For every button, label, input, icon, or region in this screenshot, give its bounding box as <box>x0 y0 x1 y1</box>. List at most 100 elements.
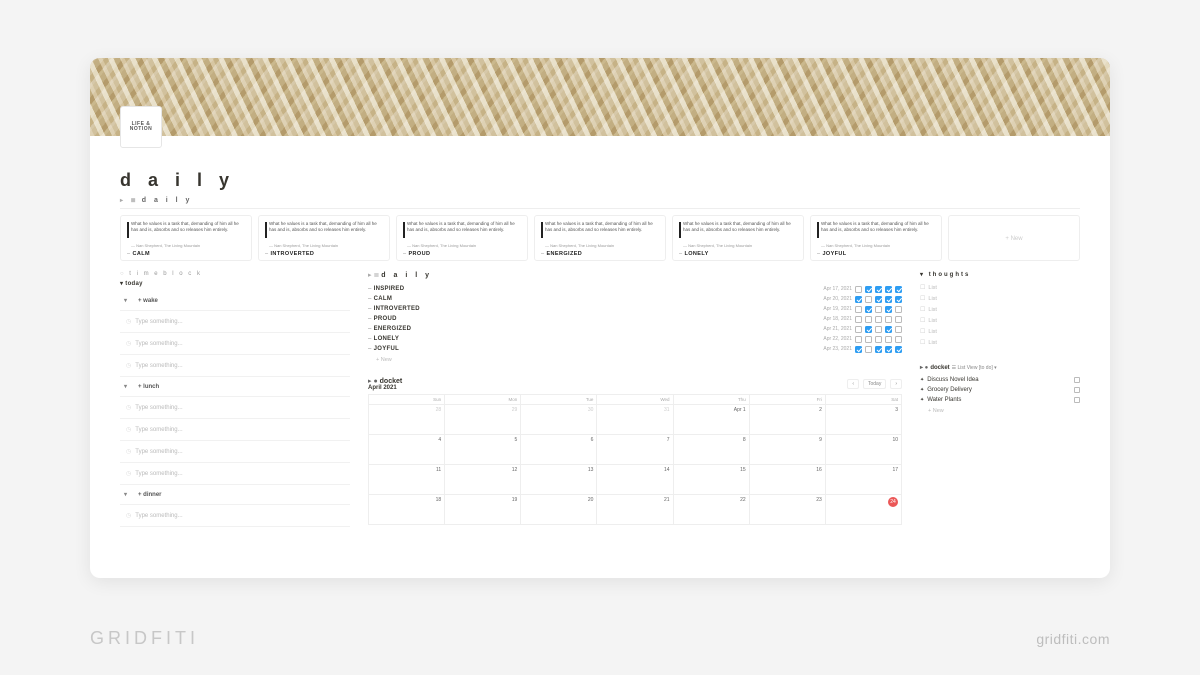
timeblock-slot[interactable]: ◷Type something... <box>120 463 350 485</box>
timeblock-slot[interactable]: ◷Type something... <box>120 355 350 377</box>
checkbox-icon[interactable] <box>865 296 872 303</box>
daily-list-row[interactable]: ENERGIZEDApr 21, 2021 <box>368 324 902 334</box>
checkbox-icon[interactable] <box>855 316 862 323</box>
checkbox-icon[interactable] <box>885 326 892 333</box>
daily-list-new[interactable]: + New <box>368 354 902 363</box>
calendar-cell[interactable]: 15 <box>674 465 750 495</box>
thoughts-item[interactable]: List <box>920 315 1080 326</box>
checkbox-icon[interactable] <box>865 336 872 343</box>
checkbox-icon[interactable] <box>865 316 872 323</box>
calendar-cell[interactable]: 9 <box>750 435 826 465</box>
thoughts-item[interactable]: List <box>920 326 1080 337</box>
checkbox-icon[interactable] <box>895 306 902 313</box>
checkbox-icon[interactable] <box>875 326 882 333</box>
checkbox-icon[interactable] <box>895 326 902 333</box>
timeblock-slot[interactable]: ◷Type something... <box>120 505 350 527</box>
calendar-cell[interactable]: 7 <box>597 435 673 465</box>
checkbox-icon[interactable] <box>875 346 882 353</box>
mood-card[interactable]: What he values is a task that, demanding… <box>258 215 390 261</box>
mood-card[interactable]: What he values is a task that, demanding… <box>534 215 666 261</box>
calendar-cell[interactable]: 21 <box>597 495 673 525</box>
calendar-cell[interactable]: 11 <box>369 465 445 495</box>
calendar-cell[interactable]: 24 <box>826 495 902 525</box>
calendar-cell[interactable]: 31 <box>597 405 673 435</box>
calendar-cell[interactable]: 23 <box>750 495 826 525</box>
checkbox-icon[interactable] <box>885 296 892 303</box>
calendar-cell[interactable]: 19 <box>445 495 521 525</box>
docket-item[interactable]: Discuss Novel Idea <box>920 375 1080 385</box>
timeblock-slot[interactable]: ◷Type something... <box>120 333 350 355</box>
checkbox-icon[interactable] <box>885 286 892 293</box>
calendar-cell[interactable]: 18 <box>369 495 445 525</box>
checkbox-icon[interactable] <box>875 286 882 293</box>
timeblock-today[interactable]: today <box>120 280 350 287</box>
timeblock-section[interactable]: + lunch <box>120 377 350 397</box>
timeblock-section[interactable]: + wake <box>120 291 350 311</box>
checkbox-icon[interactable] <box>1074 387 1080 393</box>
checkbox-icon[interactable] <box>855 286 862 293</box>
checkbox-icon[interactable] <box>885 306 892 313</box>
checkbox-icon[interactable] <box>855 296 862 303</box>
docket-view-label[interactable]: ☰ List View [to do] ▾ <box>952 365 997 371</box>
docket-list-heading[interactable]: docket ☰ List View [to do] ▾ <box>920 364 1080 371</box>
calendar-cell[interactable]: 4 <box>369 435 445 465</box>
checkbox-icon[interactable] <box>855 326 862 333</box>
calendar-cell[interactable]: 20 <box>521 495 597 525</box>
calendar-next[interactable]: › <box>890 379 902 389</box>
mood-card[interactable]: What he values is a task that, demanding… <box>120 215 252 261</box>
calendar-cell[interactable]: 14 <box>597 465 673 495</box>
thoughts-item[interactable]: List <box>920 337 1080 348</box>
checkbox-icon[interactable] <box>865 286 872 293</box>
calendar-cell[interactable]: 12 <box>445 465 521 495</box>
thoughts-item[interactable]: List <box>920 293 1080 304</box>
timeblock-slot[interactable]: ◷Type something... <box>120 397 350 419</box>
calendar-cell[interactable]: 3 <box>826 405 902 435</box>
calendar-cell[interactable]: 22 <box>674 495 750 525</box>
calendar-prev[interactable]: ‹ <box>847 379 859 389</box>
docket-item[interactable]: Water Plants <box>920 395 1080 405</box>
timeblock-slot[interactable]: ◷Type something... <box>120 441 350 463</box>
calendar-heading[interactable]: docket <box>368 377 402 385</box>
calendar-cell[interactable]: 13 <box>521 465 597 495</box>
checkbox-icon[interactable] <box>855 306 862 313</box>
calendar-today-button[interactable]: Today <box>863 379 886 389</box>
checkbox-icon[interactable] <box>895 336 902 343</box>
page-icon[interactable]: LIFE & NOTION <box>120 106 162 148</box>
calendar-cell[interactable]: Apr 1 <box>674 405 750 435</box>
checkbox-icon[interactable] <box>855 346 862 353</box>
checkbox-icon[interactable] <box>1074 397 1080 403</box>
cover-image[interactable] <box>90 58 1110 136</box>
checkbox-icon[interactable] <box>895 316 902 323</box>
timeblock-slot[interactable]: ◷Type something... <box>120 419 350 441</box>
daily-list-heading[interactable]: d a i l y <box>368 271 902 279</box>
daily-list-row[interactable]: LONELYApr 22, 2021 <box>368 334 902 344</box>
calendar-cell[interactable]: 10 <box>826 435 902 465</box>
calendar-cell[interactable]: 29 <box>445 405 521 435</box>
page-title[interactable]: d a i l y <box>120 170 1080 191</box>
checkbox-icon[interactable] <box>895 346 902 353</box>
daily-list-row[interactable]: INTROVERTEDApr 19, 2021 <box>368 304 902 314</box>
checkbox-icon[interactable] <box>895 286 902 293</box>
checkbox-icon[interactable] <box>895 296 902 303</box>
calendar-cell[interactable]: 28 <box>369 405 445 435</box>
checkbox-icon[interactable] <box>875 306 882 313</box>
checkbox-icon[interactable] <box>885 346 892 353</box>
calendar-cell[interactable]: 2 <box>750 405 826 435</box>
checkbox-icon[interactable] <box>865 306 872 313</box>
thoughts-heading[interactable]: thoughts <box>920 271 1080 278</box>
checkbox-icon[interactable] <box>875 316 882 323</box>
calendar-cell[interactable]: 30 <box>521 405 597 435</box>
mood-card[interactable]: What he values is a task that, demanding… <box>810 215 942 261</box>
calendar-cell[interactable]: 17 <box>826 465 902 495</box>
calendar-cell[interactable]: 16 <box>750 465 826 495</box>
checkbox-icon[interactable] <box>885 316 892 323</box>
mood-card[interactable]: What he values is a task that, demanding… <box>396 215 528 261</box>
daily-list-row[interactable]: JOYFULApr 23, 2021 <box>368 344 902 354</box>
timeblock-slot[interactable]: ◷Type something... <box>120 311 350 333</box>
daily-list-row[interactable]: PROUDApr 18, 2021 <box>368 314 902 324</box>
checkbox-icon[interactable] <box>855 336 862 343</box>
checkbox-icon[interactable] <box>865 346 872 353</box>
checkbox-icon[interactable] <box>1074 377 1080 383</box>
checkbox-icon[interactable] <box>875 296 882 303</box>
docket-list-new[interactable]: + New <box>920 405 1080 414</box>
